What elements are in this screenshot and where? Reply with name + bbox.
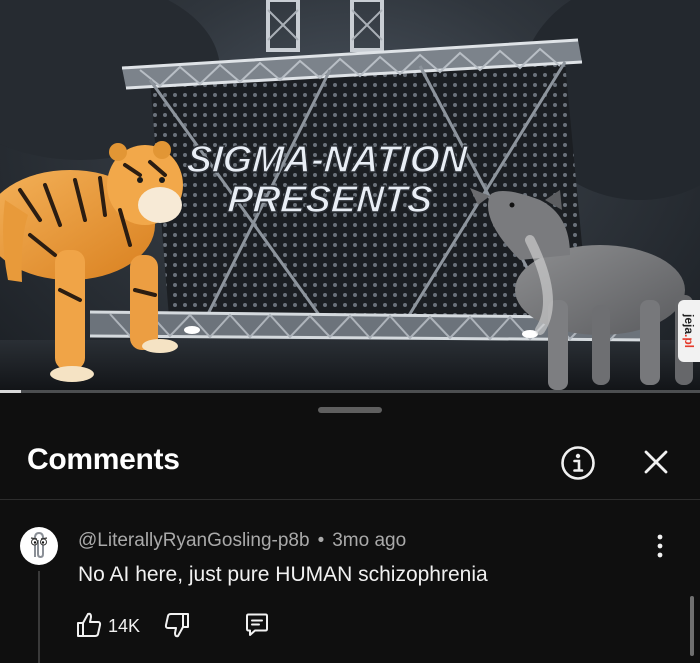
video-title-overlay: SIGMA-NATION PRESENTS	[185, 138, 471, 221]
thread-line	[38, 571, 40, 663]
info-button[interactable]	[560, 445, 596, 481]
drag-handle[interactable]	[318, 407, 382, 413]
info-circle-icon	[561, 446, 595, 480]
comments-sheet: Comments @LiterallyRyanGosling-p8b • 3mo a…	[0, 393, 700, 663]
watermark-text: jeja.pl	[682, 313, 697, 349]
thumbs-up-icon	[77, 612, 102, 637]
comment-author[interactable]: @LiterallyRyanGosling-p8b	[78, 530, 310, 551]
jeja-watermark: jeja.pl	[678, 300, 700, 362]
video-player[interactable]: SIGMA-NATION PRESENTS jeja.pl	[0, 0, 700, 393]
scrollbar[interactable]	[690, 596, 694, 656]
title-line-2: PRESENTS	[226, 179, 434, 221]
comment-text: No AI here, just pure HUMAN schizophreni…	[78, 563, 488, 586]
like-button[interactable]	[76, 611, 102, 639]
dislike-button[interactable]	[164, 611, 190, 639]
comment-meta: @LiterallyRyanGosling-p8b • 3mo ago	[78, 530, 406, 552]
close-icon	[644, 450, 668, 474]
comment-time: 3mo ago	[332, 530, 407, 551]
reply-comment-icon	[246, 613, 268, 636]
paperclip-assistant-icon	[30, 531, 48, 559]
like-count: 14K	[108, 616, 141, 636]
comments-title: Comments	[27, 443, 180, 476]
meta-separator: •	[317, 530, 325, 551]
video-frame-art: SIGMA-NATION PRESENTS	[0, 0, 700, 393]
avatar[interactable]	[20, 527, 58, 565]
more-vert-icon	[657, 534, 663, 558]
title-line-1: SIGMA-NATION	[185, 139, 469, 181]
thumbs-down-icon	[164, 613, 189, 638]
close-button[interactable]	[639, 445, 673, 479]
header-divider	[0, 499, 700, 500]
more-options-button[interactable]	[648, 533, 672, 559]
reply-button[interactable]	[244, 612, 270, 638]
